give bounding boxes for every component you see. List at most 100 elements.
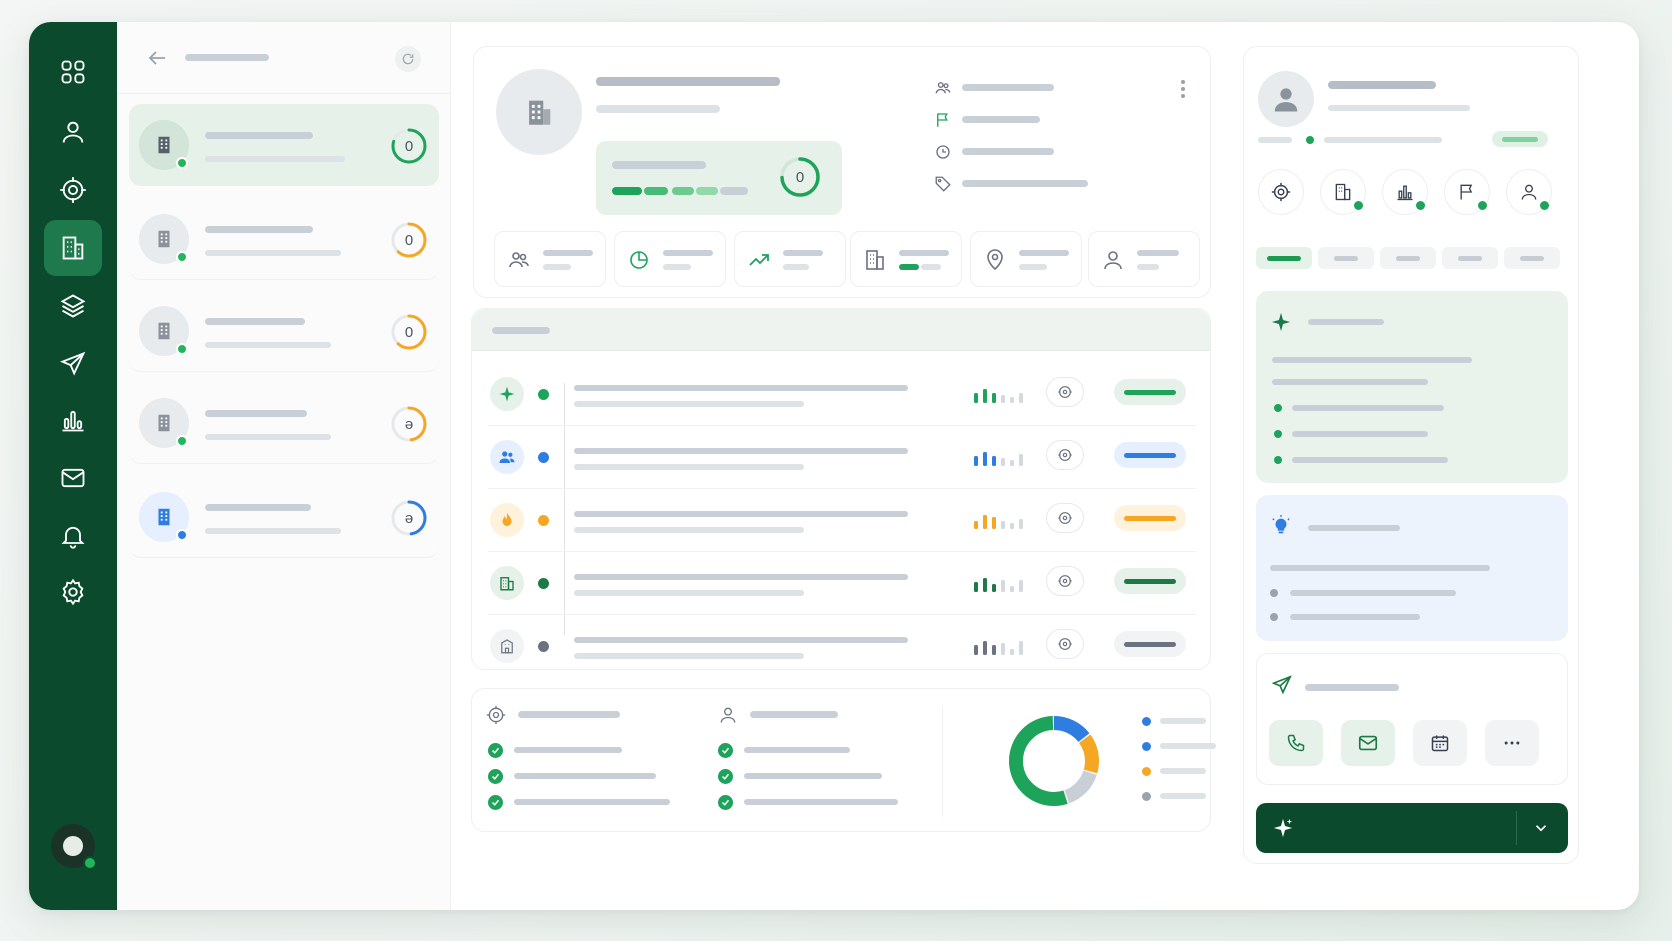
company-list-item[interactable]: 0 xyxy=(129,198,439,280)
eye-icon xyxy=(1058,449,1072,461)
rail-item-outreach[interactable] xyxy=(44,336,102,392)
company-list-item[interactable]: ə xyxy=(129,476,439,558)
stat-growth[interactable] xyxy=(734,231,846,287)
ai-bullet-placeholder xyxy=(1292,431,1428,437)
tips-title-placeholder xyxy=(1308,525,1400,531)
building-icon xyxy=(1335,183,1351,201)
status-dot xyxy=(1354,201,1363,210)
ai-title-placeholder xyxy=(1308,319,1384,325)
mail-icon xyxy=(1358,735,1378,751)
email-button[interactable] xyxy=(1341,720,1395,766)
score-ring: 0 xyxy=(391,314,427,350)
activity-row[interactable] xyxy=(488,489,1196,552)
flag-icon xyxy=(937,113,948,127)
timeline-dot xyxy=(538,578,549,589)
timeline-dot xyxy=(538,389,549,400)
section-divider xyxy=(942,707,943,817)
view-button[interactable] xyxy=(1046,629,1084,659)
company-list-item[interactable]: 0 xyxy=(129,104,439,186)
action-company[interactable] xyxy=(1320,169,1366,215)
stat-share[interactable] xyxy=(614,231,726,287)
ai-bullet-placeholder xyxy=(1292,405,1444,411)
tab-files[interactable] xyxy=(1504,247,1560,269)
action-flag[interactable] xyxy=(1444,169,1490,215)
score-ring: ə xyxy=(391,406,427,442)
user-avatar[interactable] xyxy=(51,824,97,870)
stat-owner[interactable] xyxy=(1088,231,1200,287)
score-segment xyxy=(644,187,668,195)
owner-item-placeholder xyxy=(744,747,850,753)
activity-row[interactable] xyxy=(488,615,1196,678)
call-button[interactable] xyxy=(1269,720,1323,766)
bullet-dot xyxy=(1274,456,1282,464)
meta-tags xyxy=(934,173,1164,195)
rail-item-companies[interactable] xyxy=(44,220,102,276)
contact-meta-placeholder xyxy=(1258,137,1292,143)
ai-text-placeholder xyxy=(1272,379,1428,385)
company-list-item[interactable]: 0 xyxy=(129,290,439,372)
action-assign[interactable] xyxy=(1506,169,1552,215)
view-button[interactable] xyxy=(1046,503,1084,533)
company-list-item[interactable]: ə xyxy=(129,382,439,464)
presence-indicator xyxy=(176,435,188,447)
rail-item-dashboard[interactable] xyxy=(44,44,102,100)
tab-deals[interactable] xyxy=(1442,247,1498,269)
company-name-placeholder xyxy=(205,318,305,325)
activity-detail-placeholder xyxy=(574,527,804,533)
view-button[interactable] xyxy=(1046,440,1084,470)
building-icon xyxy=(158,414,170,432)
rail-item-targets[interactable] xyxy=(44,162,102,218)
status-pill xyxy=(1114,379,1186,405)
tab-notes[interactable] xyxy=(1380,247,1436,269)
stat-progress-track xyxy=(921,264,941,270)
rail-item-analytics[interactable] xyxy=(44,392,102,448)
users-icon xyxy=(935,82,951,94)
action-analytics[interactable] xyxy=(1382,169,1428,215)
score-value: 0 xyxy=(796,169,804,186)
phone-icon xyxy=(1287,734,1305,752)
presence-indicator xyxy=(176,251,188,263)
stat-value-placeholder xyxy=(1019,264,1047,270)
settings-icon xyxy=(62,578,84,606)
company-detail-placeholder xyxy=(205,250,341,256)
building-outline-icon xyxy=(490,629,524,663)
more-actions-button[interactable] xyxy=(1485,720,1539,766)
rail-item-inbox[interactable] xyxy=(44,450,102,506)
schedule-button[interactable] xyxy=(1413,720,1467,766)
action-target[interactable] xyxy=(1258,169,1304,215)
rail-item-contacts[interactable] xyxy=(44,104,102,160)
stat-offices[interactable] xyxy=(850,231,962,287)
meta-placeholder xyxy=(962,148,1054,155)
meta-updated xyxy=(934,141,1164,163)
activity-row[interactable] xyxy=(488,552,1196,615)
activity-row[interactable] xyxy=(488,426,1196,489)
eye-icon xyxy=(1058,575,1072,587)
company-avatar xyxy=(139,306,189,356)
company-avatar xyxy=(139,398,189,448)
back-arrow-icon[interactable] xyxy=(145,46,169,70)
contact-name-placeholder xyxy=(1328,81,1436,89)
rail-item-layers[interactable] xyxy=(44,278,102,334)
activity-title-placeholder xyxy=(574,574,908,580)
stat-location[interactable] xyxy=(970,231,1082,287)
check-icon xyxy=(718,795,733,810)
stat-contacts[interactable] xyxy=(494,231,606,287)
view-button[interactable] xyxy=(1046,377,1084,407)
ai-text-placeholder xyxy=(1272,357,1472,363)
activity-row[interactable] xyxy=(488,363,1196,426)
rail-item-settings[interactable] xyxy=(44,564,102,620)
contact-card xyxy=(1243,46,1579,864)
legend-marker xyxy=(1142,717,1151,726)
send-icon xyxy=(60,351,86,376)
rail-item-notifications[interactable] xyxy=(44,508,102,564)
more-menu-button[interactable] xyxy=(1176,77,1190,101)
tab-activity[interactable] xyxy=(1318,247,1374,269)
tab-overview[interactable] xyxy=(1256,247,1312,269)
view-button[interactable] xyxy=(1046,566,1084,596)
location-pin-icon xyxy=(987,249,1003,271)
lightbulb-icon xyxy=(1272,515,1290,534)
chevron-down-icon[interactable] xyxy=(1532,819,1550,837)
refresh-button[interactable] xyxy=(395,46,421,72)
goals-title-placeholder xyxy=(518,711,620,718)
ai-action-button[interactable] xyxy=(1256,803,1568,853)
